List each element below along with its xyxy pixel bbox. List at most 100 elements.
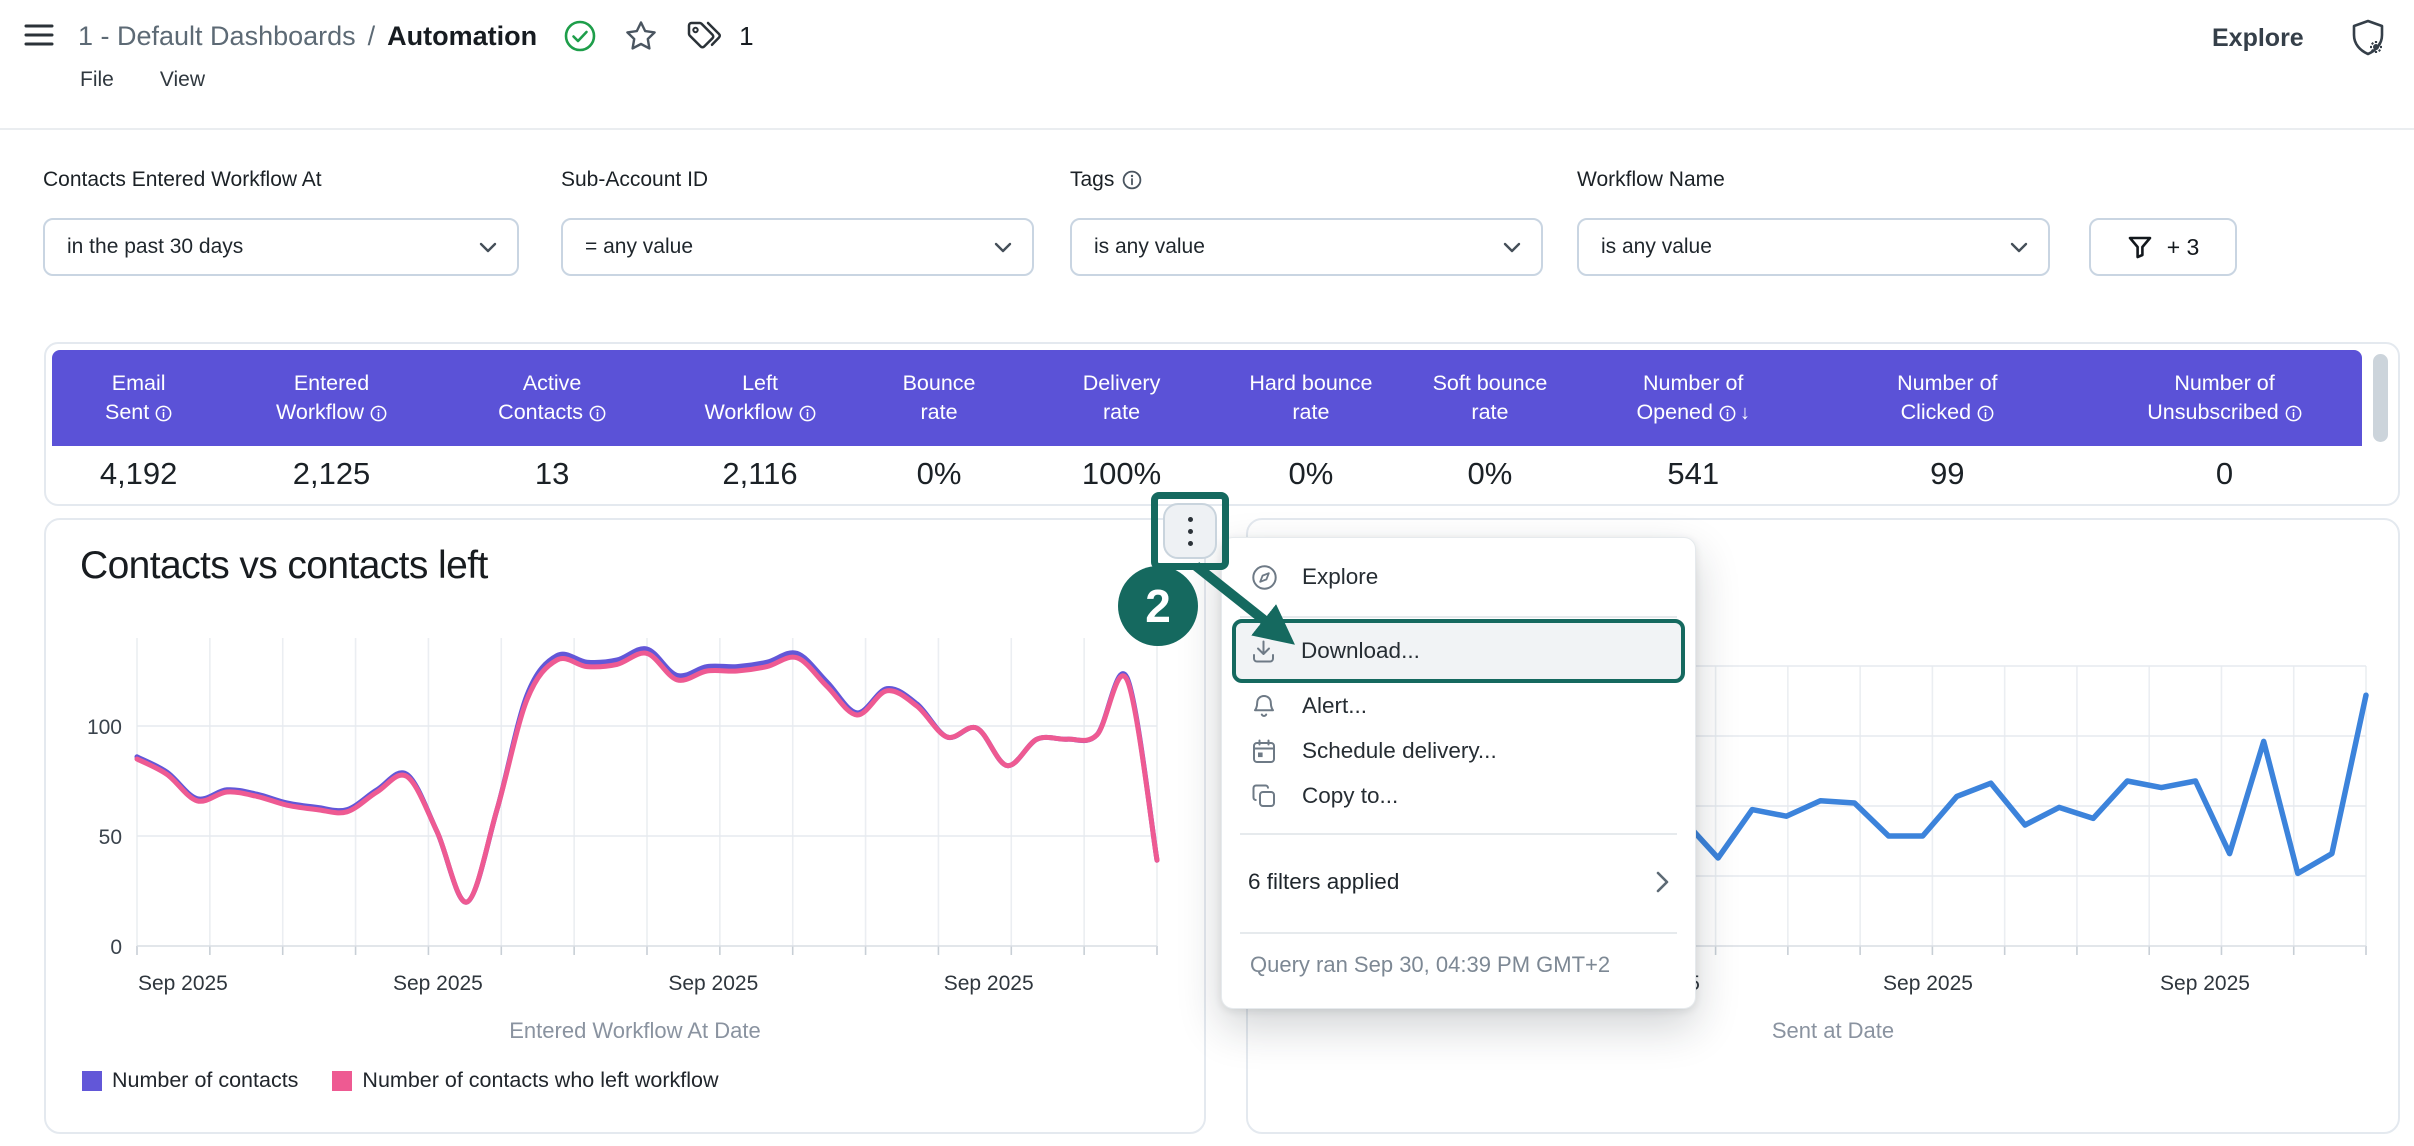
bell-icon (1250, 693, 1278, 720)
shield-gear-icon[interactable] (2346, 16, 2390, 60)
kpi-column-header[interactable]: Number of Clicked (1810, 369, 2085, 427)
table-scrollbar[interactable] (2373, 354, 2388, 442)
chart-legend: Number of contacts Number of contacts wh… (82, 1068, 719, 1093)
x-axis-title: Sent at Date (1288, 1018, 2378, 1044)
filter-select-subaccount[interactable]: = any value (561, 218, 1034, 276)
kpi-value: 0% (854, 456, 1025, 492)
kpi-value: 0% (1219, 456, 1404, 492)
menu-divider (1240, 833, 1677, 835)
kpi-column-header-sorted[interactable]: Number of Opened↓ (1577, 369, 1810, 428)
info-icon[interactable] (589, 405, 606, 422)
filter-label-tags: Tags (1070, 168, 1142, 192)
kpi-value: 100% (1025, 456, 1219, 492)
info-icon[interactable] (370, 405, 387, 422)
filter-label-contacts-entered: Contacts Entered Workflow At (43, 168, 322, 192)
dashboard-page: 1 - Default Dashboards / Automation 1 Ex… (0, 0, 2414, 1146)
breadcrumb: 1 - Default Dashboards / Automation 1 (78, 16, 754, 56)
tile-kebab-menu-button[interactable] (1163, 503, 1217, 559)
copy-icon (1250, 783, 1278, 809)
info-icon[interactable] (799, 405, 816, 422)
chevron-down-icon (2010, 242, 2048, 253)
legend-swatch-left-workflow (332, 1071, 352, 1091)
funnel-icon (2127, 234, 2153, 260)
query-ran-timestamp: Query ran Sep 30, 04:39 PM GMT+2 (1250, 952, 1675, 978)
filter-value: in the past 30 days (45, 235, 479, 259)
kpi-column-header[interactable]: Bounce rate (854, 369, 1025, 427)
kpi-column-header[interactable]: Delivery rate (1025, 369, 1219, 427)
more-filters-count: + 3 (2167, 234, 2200, 261)
favorite-star-icon[interactable] (623, 18, 659, 54)
filter-value: is any value (1579, 235, 2010, 259)
x-axis-title: Entered Workflow At Date (86, 1018, 1184, 1044)
filter-value: is any value (1072, 235, 1503, 259)
kpi-value: 0 (2085, 456, 2365, 492)
hamburger-menu-icon[interactable] (20, 16, 58, 54)
kpi-column-header[interactable]: Hard bounce rate (1219, 369, 1404, 427)
annotation-step-badge: 2 (1118, 566, 1198, 646)
tag-count: 1 (739, 21, 753, 52)
svg-text:Sep 2025: Sep 2025 (668, 972, 758, 995)
chart-title: Contacts vs contacts left (80, 544, 488, 588)
menu-item-filters-applied[interactable]: 6 filters applied (1222, 856, 1695, 908)
svg-text:0: 0 (110, 936, 122, 959)
svg-text:Sep 2025: Sep 2025 (2160, 972, 2250, 995)
menu-item-copy-to[interactable]: Copy to... (1222, 774, 1695, 818)
svg-text:Sep 2025: Sep 2025 (1883, 972, 1973, 995)
kebab-dot (1188, 529, 1193, 534)
contacts-line-chart: 050100Sep 2025Sep 2025Sep 2025Sep 2025 (62, 598, 1192, 1010)
kpi-value: 2,116 (666, 456, 853, 492)
sort-desc-icon: ↓ (1740, 402, 1750, 424)
info-icon[interactable] (2285, 405, 2302, 422)
menu-item-schedule[interactable]: Schedule delivery... (1222, 729, 1695, 773)
kpi-value: 13 (438, 456, 667, 492)
filter-value: = any value (563, 235, 994, 259)
menu-item-alert[interactable]: Alert... (1222, 684, 1695, 728)
legend-item-left-workflow[interactable]: Number of contacts who left workflow (332, 1068, 718, 1093)
kpi-value: 0% (1403, 456, 1576, 492)
kpi-summary-table: Email Sent Entered Workflow Active Conta… (44, 342, 2400, 506)
legend-item-contacts[interactable]: Number of contacts (82, 1068, 298, 1093)
kpi-column-header[interactable]: Left Workflow (666, 369, 853, 427)
filter-select-tags[interactable]: is any value (1070, 218, 1543, 276)
filter-select-workflow-name[interactable]: is any value (1577, 218, 2050, 276)
app-menubar: File View (80, 68, 205, 92)
kpi-value: 99 (1810, 456, 2085, 492)
kpi-column-header[interactable]: Number of Unsubscribed (2085, 369, 2365, 427)
svg-text:50: 50 (99, 826, 122, 849)
kpi-column-header[interactable]: Entered Workflow (225, 369, 438, 427)
check-circle-icon[interactable] (563, 19, 597, 53)
chevron-down-icon (994, 242, 1032, 253)
kebab-dot (1188, 541, 1193, 546)
chart-card-contacts: Contacts vs contacts left 050100Sep 2025… (44, 518, 1206, 1134)
breadcrumb-separator: / (368, 21, 376, 52)
filter-label-workflow-name: Workflow Name (1577, 168, 1725, 192)
explore-button[interactable]: Explore (2212, 24, 2304, 53)
calendar-icon (1250, 738, 1278, 765)
file-menu[interactable]: File (80, 68, 114, 92)
kpi-column-header[interactable]: Soft bounce rate (1403, 369, 1576, 427)
kpi-value: 541 (1577, 456, 1810, 492)
annotation-arrow (1180, 556, 1330, 666)
tags-indicator[interactable]: 1 (685, 19, 753, 53)
breadcrumb-parent[interactable]: 1 - Default Dashboards (78, 21, 356, 52)
kpi-column-header[interactable]: Active Contacts (438, 369, 667, 427)
header-divider (0, 128, 2414, 130)
chevron-down-icon (479, 242, 517, 253)
kpi-header-row: Email Sent Entered Workflow Active Conta… (52, 350, 2362, 446)
kebab-dot (1188, 517, 1193, 522)
legend-swatch-contacts (82, 1071, 102, 1091)
view-menu[interactable]: View (160, 68, 205, 92)
info-icon[interactable] (155, 405, 172, 422)
filter-select-contacts-entered[interactable]: in the past 30 days (43, 218, 519, 276)
svg-text:Sep 2025: Sep 2025 (393, 972, 483, 995)
menu-divider (1240, 932, 1677, 934)
kpi-value: 2,125 (225, 456, 438, 492)
kpi-value: 4,192 (52, 456, 225, 492)
kpi-column-header[interactable]: Email Sent (52, 369, 225, 427)
info-icon[interactable] (1122, 170, 1142, 190)
more-filters-button[interactable]: + 3 (2089, 218, 2237, 276)
svg-text:Sep 2025: Sep 2025 (138, 972, 228, 995)
info-icon[interactable] (1719, 405, 1736, 422)
page-title: Automation (387, 21, 537, 52)
info-icon[interactable] (1977, 405, 1994, 422)
